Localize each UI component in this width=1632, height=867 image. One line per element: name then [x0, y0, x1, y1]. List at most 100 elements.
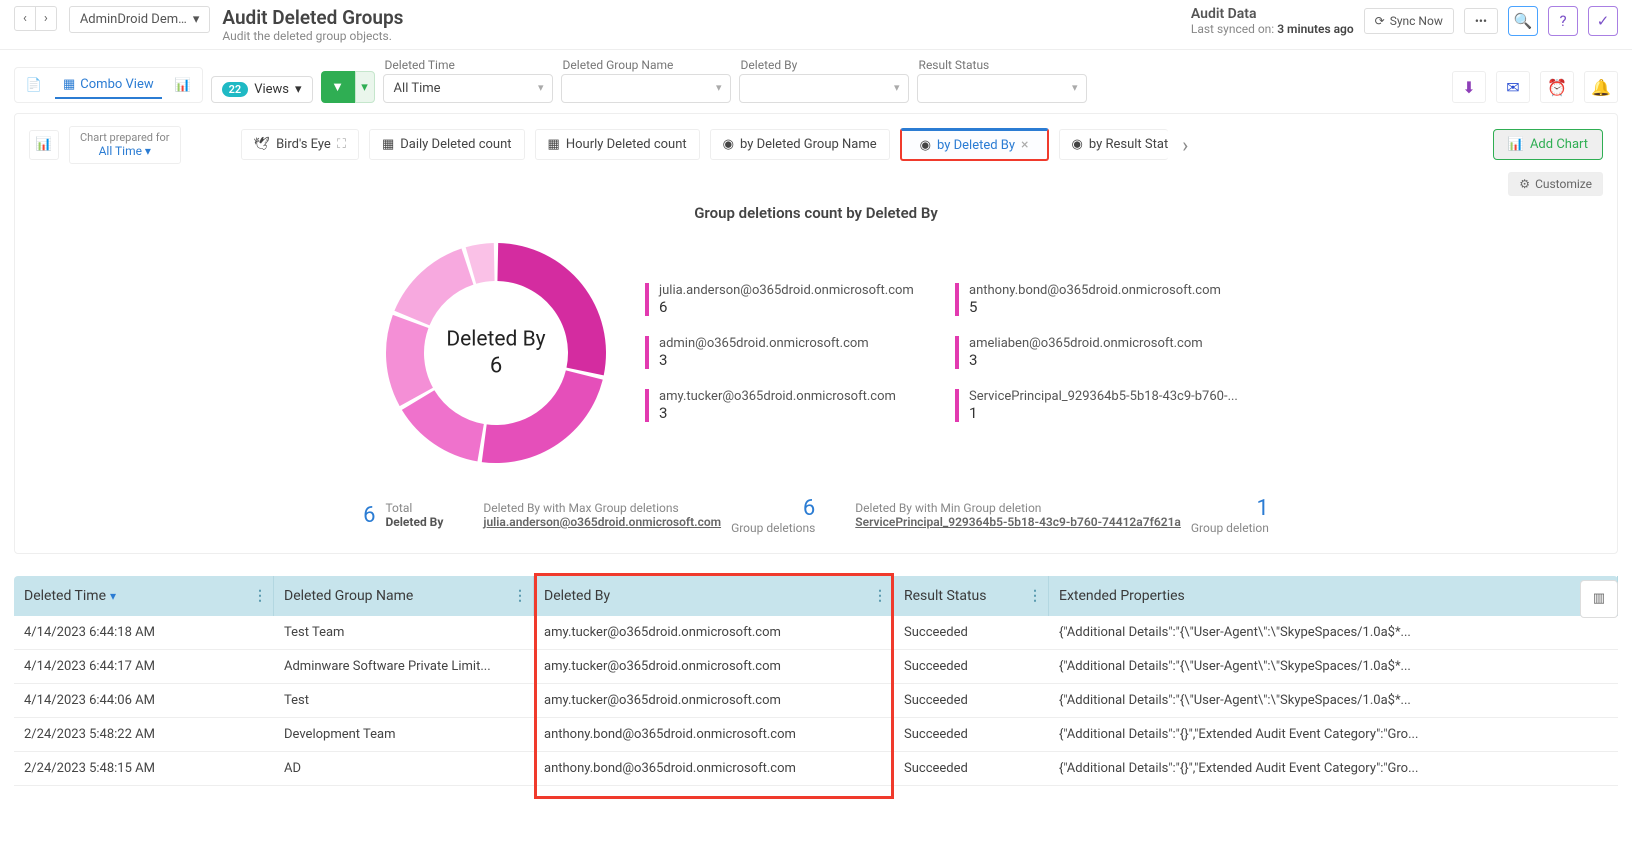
cell-status: Succeeded [894, 616, 1049, 649]
cell-name: Development Team [274, 718, 534, 751]
legend-item[interactable]: ameliaben@o365droid.onmicrosoft.com3 [955, 336, 1255, 369]
cell-by: amy.tucker@o365droid.onmicrosoft.com [534, 616, 894, 649]
chart-legend: julia.anderson@o365droid.onmicrosoft.com… [645, 283, 1255, 422]
nav-forward-icon[interactable]: › [36, 7, 56, 30]
cell-time: 2/24/2023 5:48:22 AM [14, 718, 274, 751]
group-name-select[interactable] [561, 74, 731, 103]
legend-item[interactable]: anthony.bond@o365droid.onmicrosoft.com5 [955, 283, 1255, 316]
col-menu-icon: ⋮ [873, 588, 887, 604]
tab-birds-eye[interactable]: 🕊 Bird's Eye ⛶ [241, 129, 359, 160]
tab-daily[interactable]: ▦ Daily Deleted count [369, 129, 525, 160]
views-button[interactable]: 22 Views ▾ [211, 76, 313, 103]
cell-ext: {"Additional Details":"{}","Extended Aud… [1049, 718, 1618, 751]
cell-status: Succeeded [894, 684, 1049, 717]
col-deleted-time[interactable]: Deleted Time▾⋮ [14, 576, 274, 616]
topbar: ‹ › AdminDroid Dem… ▾ Audit Deleted Grou… [0, 0, 1632, 50]
sync-now-button[interactable]: ⟳Sync Now [1364, 8, 1454, 34]
add-chart-button[interactable]: 📊 Add Chart [1493, 129, 1603, 160]
combo-view-tab[interactable]: ▦ Combo View [55, 72, 162, 99]
alarm-icon[interactable]: ⏰ [1540, 71, 1574, 103]
filter-deleted-by: Deleted By [739, 58, 909, 103]
cell-status: Succeeded [894, 752, 1049, 785]
legend-item[interactable]: ServicePrincipal_929364b5-5b18-43c9-b760… [955, 389, 1255, 422]
chart-mode-icon[interactable]: 📊 [166, 70, 200, 100]
cell-name: Test Team [274, 616, 534, 649]
table-row[interactable]: 4/14/2023 6:44:18 AMTest Teamamy.tucker@… [14, 616, 1618, 650]
expand-icon: ⛶ [337, 137, 346, 152]
search-icon[interactable]: 🔍 [1508, 6, 1538, 36]
bell-icon[interactable]: 🔔 [1584, 71, 1618, 103]
filter-button[interactable]: ▼ [321, 71, 355, 103]
cell-time: 4/14/2023 6:44:06 AM [14, 684, 274, 717]
column-settings-icon[interactable]: ▥ [1580, 580, 1618, 618]
table-row[interactable]: 2/24/2023 5:48:15 AMADanthony.bond@o365d… [14, 752, 1618, 786]
chart-prepared-for[interactable]: Chart prepared for All Time ▾ [69, 126, 181, 164]
audit-data-label: Audit Data [1191, 6, 1354, 22]
col-result-status[interactable]: Result Status⋮ [894, 576, 1049, 616]
org-selector[interactable]: AdminDroid Dem… ▾ [69, 6, 211, 33]
tab-hourly[interactable]: ▦ Hourly Deleted count [535, 129, 700, 160]
cell-status: Succeeded [894, 650, 1049, 683]
col-extended-props[interactable]: Extended Properties [1049, 576, 1618, 616]
filter-deleted-time: Deleted Time All Time [383, 58, 553, 103]
legend-item[interactable]: admin@o365droid.onmicrosoft.com3 [645, 336, 925, 369]
filter-group-name: Deleted Group Name [561, 58, 731, 103]
deleted-time-select[interactable]: All Time [383, 74, 553, 103]
col-menu-icon: ⋮ [253, 588, 267, 604]
legend-item[interactable]: julia.anderson@o365droid.onmicrosoft.com… [645, 283, 925, 316]
chart-area: 📊 Chart prepared for All Time ▾ 🕊 Bird's… [14, 113, 1618, 554]
col-group-name[interactable]: Deleted Group Name⋮ [274, 576, 534, 616]
scroll-right-icon[interactable]: › [1178, 133, 1192, 157]
toolbar: 📄 ▦ Combo View 📊 22 Views ▾ ▼ ▾ Deleted … [0, 50, 1632, 113]
table-header: Deleted Time▾⋮ Deleted Group Name⋮ Delet… [14, 576, 1618, 616]
legend-item[interactable]: amy.tucker@o365droid.onmicrosoft.com3 [645, 389, 925, 422]
chart-mode-icon[interactable]: 📊 [29, 130, 59, 160]
gear-icon: ⚙ [1519, 177, 1530, 191]
cell-by: anthony.bond@o365droid.onmicrosoft.com [534, 718, 894, 751]
funnel-icon: ▼ [331, 79, 344, 95]
table-row[interactable]: 2/24/2023 5:48:22 AMDevelopment Teamanth… [14, 718, 1618, 752]
close-icon[interactable]: × [1021, 137, 1028, 153]
sync-status: Audit Data Last synced on: 3 minutes ago [1191, 6, 1354, 36]
cell-time: 4/14/2023 6:44:17 AM [14, 650, 274, 683]
cell-ext: {"Additional Details":"{\"User-Agent\":\… [1049, 684, 1618, 717]
chart-summary: 6 TotalDeleted By Deleted By with Max Gr… [29, 496, 1603, 535]
check-icon[interactable]: ✓ [1588, 6, 1618, 36]
result-status-select[interactable] [917, 74, 1087, 103]
pie-icon: ◉ [1072, 137, 1083, 152]
table-row[interactable]: 4/14/2023 6:44:17 AMAdminware Software P… [14, 650, 1618, 684]
combo-icon: ▦ [63, 77, 75, 92]
cell-name: AD [274, 752, 534, 785]
data-table: Deleted Time▾⋮ Deleted Group Name⋮ Delet… [14, 576, 1618, 786]
col-deleted-by[interactable]: Deleted By⋮ [534, 576, 894, 616]
pie-icon: ◉ [723, 137, 734, 152]
more-button[interactable]: ••• [1464, 8, 1498, 34]
tab-by-group[interactable]: ◉ by Deleted Group Name [710, 129, 890, 160]
mail-icon[interactable]: ✉ [1496, 71, 1530, 103]
deleted-by-select[interactable] [739, 74, 909, 103]
cell-by: amy.tucker@o365droid.onmicrosoft.com [534, 684, 894, 717]
col-menu-icon: ⋮ [1028, 588, 1042, 604]
filter-result-status: Result Status [917, 58, 1087, 103]
filter-dropdown-button[interactable]: ▾ [355, 71, 375, 103]
help-icon[interactable]: ? [1548, 6, 1578, 36]
table-row[interactable]: 4/14/2023 6:44:06 AMTestamy.tucker@o365d… [14, 684, 1618, 718]
refresh-icon: ⟳ [1375, 14, 1385, 28]
page-title-block: Audit Deleted Groups Audit the deleted g… [222, 6, 403, 43]
chevron-down-icon: ▾ [295, 82, 302, 97]
bird-icon: 🕊 [254, 137, 271, 152]
chart-title: Group deletions count by Deleted By [29, 204, 1603, 222]
nav-back-icon[interactable]: ‹ [15, 7, 36, 30]
download-icon[interactable]: ⬇ [1452, 71, 1486, 103]
cell-status: Succeeded [894, 718, 1049, 751]
cell-ext: {"Additional Details":"{\"User-Agent\":\… [1049, 650, 1618, 683]
cell-time: 4/14/2023 6:44:18 AM [14, 616, 274, 649]
cell-by: amy.tucker@o365droid.onmicrosoft.com [534, 650, 894, 683]
cell-ext: {"Additional Details":"{}","Extended Aud… [1049, 752, 1618, 785]
bar-chart-icon: ▦ [548, 137, 560, 152]
tab-by-deleted-by[interactable]: ◉ by Deleted By × [900, 128, 1049, 161]
tab-by-result[interactable]: ◉ by Result Stat [1059, 129, 1169, 160]
doc-icon[interactable]: 📄 [17, 70, 51, 100]
org-name: AdminDroid Dem… [80, 12, 187, 27]
customize-button[interactable]: ⚙Customize [1508, 172, 1603, 196]
